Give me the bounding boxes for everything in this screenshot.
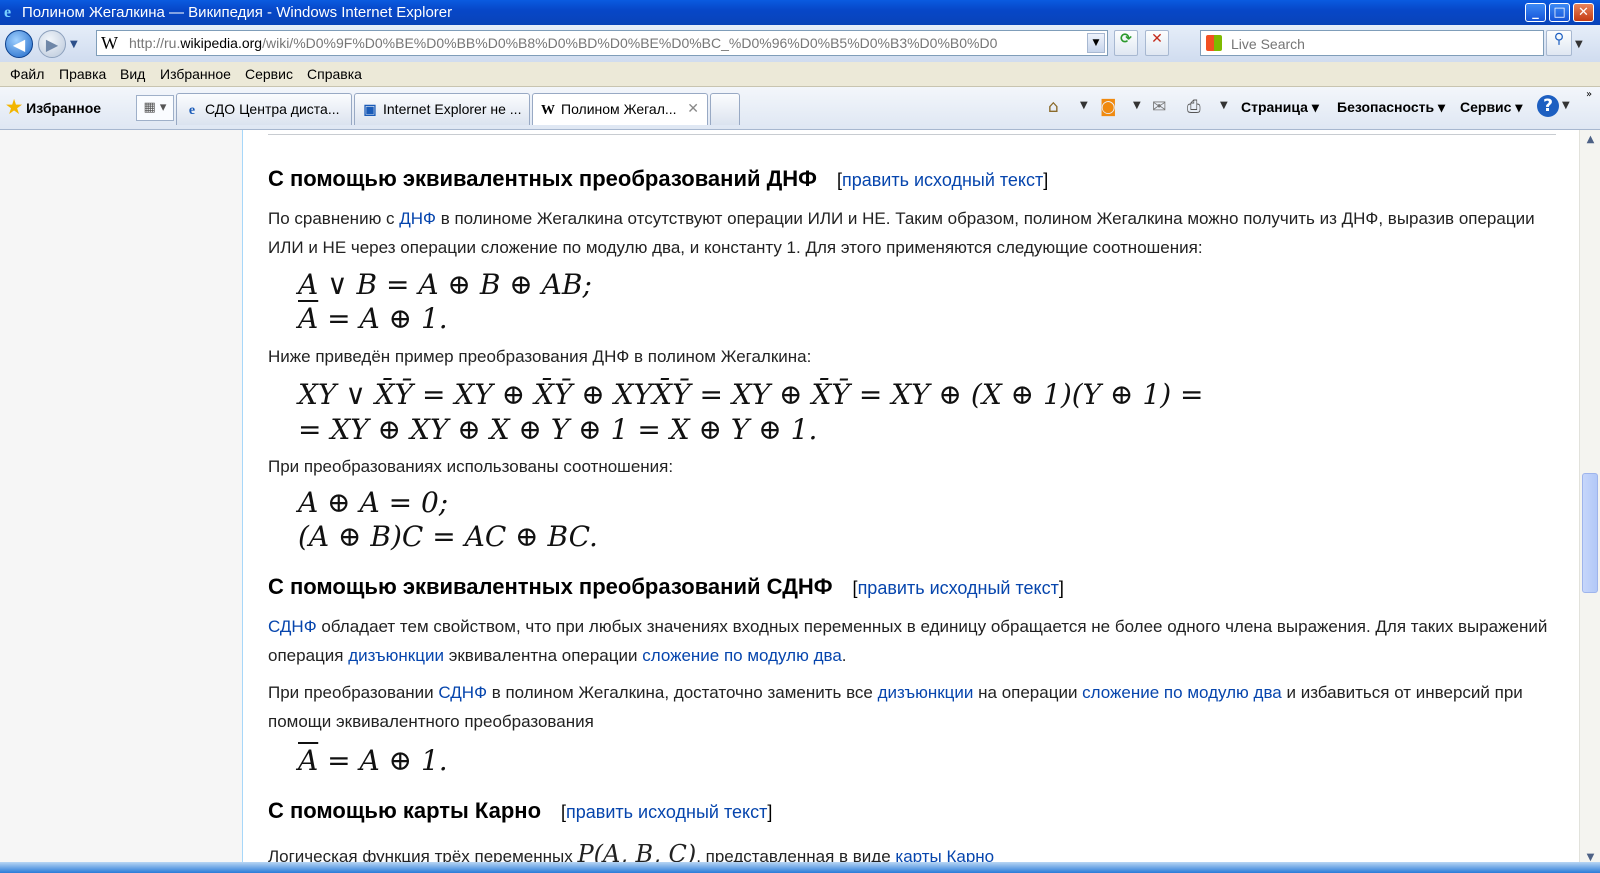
dnf-link[interactable]: ДНФ xyxy=(399,209,436,228)
xor-link[interactable]: сложение по модулю два xyxy=(1082,683,1282,702)
paragraph-sdnf-1: СДНФ обладает тем свойством, что при люб… xyxy=(268,617,1548,665)
maximize-button[interactable]: □ xyxy=(1549,3,1570,22)
windows-logo-icon xyxy=(1206,35,1222,51)
menu-file[interactable]: Файл xyxy=(10,66,44,82)
wikipedia-favicon-icon: W xyxy=(101,33,118,53)
stop-button[interactable]: ✕ xyxy=(1145,30,1169,56)
back-button[interactable]: ◀ xyxy=(5,30,33,58)
feed-dropdown-icon[interactable]: ▼ xyxy=(1133,100,1141,111)
sdnf-link[interactable]: СДНФ xyxy=(268,617,317,636)
paragraph-example: Ниже приведён пример преобразования ДНФ … xyxy=(268,347,812,366)
section-heading-sdnf: С помощью эквивалентных преобразований С… xyxy=(268,574,1064,599)
edit-source-link[interactable]: править исходный текст xyxy=(858,578,1059,598)
menu-favorites[interactable]: Избранное xyxy=(160,66,231,82)
formula-distributive: (A ⊕ B)C = AC ⊕ BC. xyxy=(298,520,598,553)
forward-button[interactable]: ▶ xyxy=(38,30,66,58)
status-bar-edge xyxy=(0,862,1600,873)
new-tab-button[interactable] xyxy=(710,93,740,125)
scrollbar-thumb[interactable] xyxy=(1582,473,1598,593)
arrow-right-icon: ▶ xyxy=(45,35,59,54)
page-content: С помощью эквивалентных преобразований Д… xyxy=(0,130,1600,873)
xor-link[interactable]: сложение по модулю два xyxy=(642,646,842,665)
toolbar-overflow-icon[interactable]: » xyxy=(1586,89,1592,100)
disjunction-link[interactable]: дизъюнкции xyxy=(348,646,444,665)
formula-xor-self: A ⊕ A = 0; xyxy=(298,486,449,519)
section-heading-dnf: С помощью эквивалентных преобразований Д… xyxy=(268,166,1049,191)
paragraph-sdnf-2: При преобразовании СДНФ в полином Жегалк… xyxy=(268,683,1523,731)
address-bar[interactable]: W http://ru.wikipedia.org/wiki/%D0%9F%D0… xyxy=(96,30,1108,56)
menu-tools[interactable]: Сервис xyxy=(245,66,293,82)
formula-not-2: A = A ⊕ 1. xyxy=(298,744,448,777)
section-heading-karnaugh: С помощью карты Карно [править исходный т… xyxy=(268,798,773,823)
refresh-icon: ⟳ xyxy=(1120,31,1132,47)
divider-line xyxy=(268,134,1556,135)
menu-edit[interactable]: Правка xyxy=(59,66,106,82)
tab-sdo[interactable]: e СДО Центра диста... xyxy=(176,93,352,125)
minimize-button[interactable]: _ xyxy=(1525,3,1546,22)
tab-toolbar: ★ Избранное ▦ ▾ e СДО Центра диста... ▣ Int… xyxy=(0,87,1600,130)
paragraph-dnf-intro: По сравнению с ДНФ в полиноме Жегалкина … xyxy=(268,209,1535,257)
sdnf-link[interactable]: СДНФ xyxy=(438,683,487,702)
home-dropdown-icon[interactable]: ▼ xyxy=(1080,100,1088,111)
paragraph-relations: При преобразованиях использованы соотнош… xyxy=(268,457,674,476)
home-icon[interactable]: ⌂ xyxy=(1048,97,1059,117)
search-input[interactable] xyxy=(1229,33,1533,55)
search-button[interactable]: ⚲ xyxy=(1546,30,1572,56)
window-title: Полином Жегалкина — Википедия - Windows … xyxy=(22,4,453,21)
stop-icon: ✕ xyxy=(1151,31,1163,47)
quick-tabs-button[interactable]: ▦ ▾ xyxy=(136,95,174,121)
print-dropdown-icon[interactable]: ▼ xyxy=(1220,100,1228,111)
formula-example-2: = XY ⊕ XY ⊕ X ⊕ Y ⊕ 1 = X ⊕ Y ⊕ 1. xyxy=(298,413,818,446)
menu-bar: Файл Правка Вид Избранное Сервис Справка xyxy=(0,62,1600,87)
history-dropdown-icon[interactable]: ▼ xyxy=(70,39,78,50)
edit-source-link[interactable]: править исходный текст xyxy=(842,170,1043,190)
search-box[interactable] xyxy=(1200,30,1544,56)
favorites-button[interactable]: ★ Избранное xyxy=(6,97,101,118)
disjunction-link[interactable]: дизъюнкции xyxy=(878,683,974,702)
tab-polynom-active[interactable]: W Полином Жегал... ✕ xyxy=(532,93,708,125)
edit-source-link[interactable]: править исходный текст xyxy=(566,802,767,822)
page-menu-button[interactable]: Страница ▾ xyxy=(1241,99,1319,116)
address-toolbar: ◀ ▶ ▼ W http://ru.wikipedia.org/wiki/%D0… xyxy=(0,25,1600,62)
search-options-dropdown-icon[interactable]: ▼ xyxy=(1575,39,1583,50)
close-window-button[interactable]: ✕ xyxy=(1573,3,1594,22)
help-icon[interactable]: ? xyxy=(1537,95,1559,117)
formula-example-1: XY ∨ X̄Ȳ = XY ⊕ X̄Ȳ ⊕ XYX̄Ȳ = XY ⊕ X̄Ȳ =… xyxy=(298,378,1204,411)
print-icon[interactable]: ⎙ xyxy=(1187,97,1201,117)
vertical-scrollbar[interactable]: ▲ ▼ xyxy=(1579,130,1600,873)
tools-menu-button[interactable]: Сервис ▾ xyxy=(1460,99,1522,116)
tab-internet-explorer[interactable]: ▣ Internet Explorer не ... xyxy=(354,93,530,125)
refresh-button[interactable]: ⟳ xyxy=(1114,30,1138,56)
menu-view[interactable]: Вид xyxy=(120,66,145,82)
ie-tab-icon: e xyxy=(188,103,196,118)
mail-icon[interactable]: ✉ xyxy=(1152,97,1166,117)
formula-not: A = A ⊕ 1. xyxy=(298,302,448,335)
close-tab-icon[interactable]: ✕ xyxy=(687,94,699,124)
wiki-sidebar xyxy=(0,130,243,873)
scroll-up-icon[interactable]: ▲ xyxy=(1583,134,1598,150)
menu-help[interactable]: Справка xyxy=(307,66,362,82)
ie-logo-icon: e xyxy=(4,4,12,21)
address-url[interactable]: http://ru.wikipedia.org/wiki/%D0%9F%D0%B… xyxy=(129,35,1084,51)
address-dropdown-icon[interactable]: ▼ xyxy=(1087,33,1105,53)
magnifier-icon: ⚲ xyxy=(1553,31,1565,47)
arrow-left-icon: ◀ xyxy=(12,35,26,54)
security-menu-button[interactable]: Безопасность ▾ xyxy=(1337,99,1445,116)
star-icon: ★ xyxy=(6,97,23,117)
page-tab-icon: ▣ xyxy=(363,103,377,118)
help-dropdown-icon[interactable]: ▼ xyxy=(1562,100,1570,111)
grid-icon: ▦ ▾ xyxy=(143,100,167,115)
wikipedia-tab-icon: W xyxy=(541,103,555,118)
formula-or: A ∨ B = A ⊕ B ⊕ AB; xyxy=(298,268,592,301)
rss-feed-icon[interactable]: ◙ xyxy=(1100,97,1117,117)
window-title-bar: e Полином Жегалкина — Википедия - Window… xyxy=(0,0,1600,25)
